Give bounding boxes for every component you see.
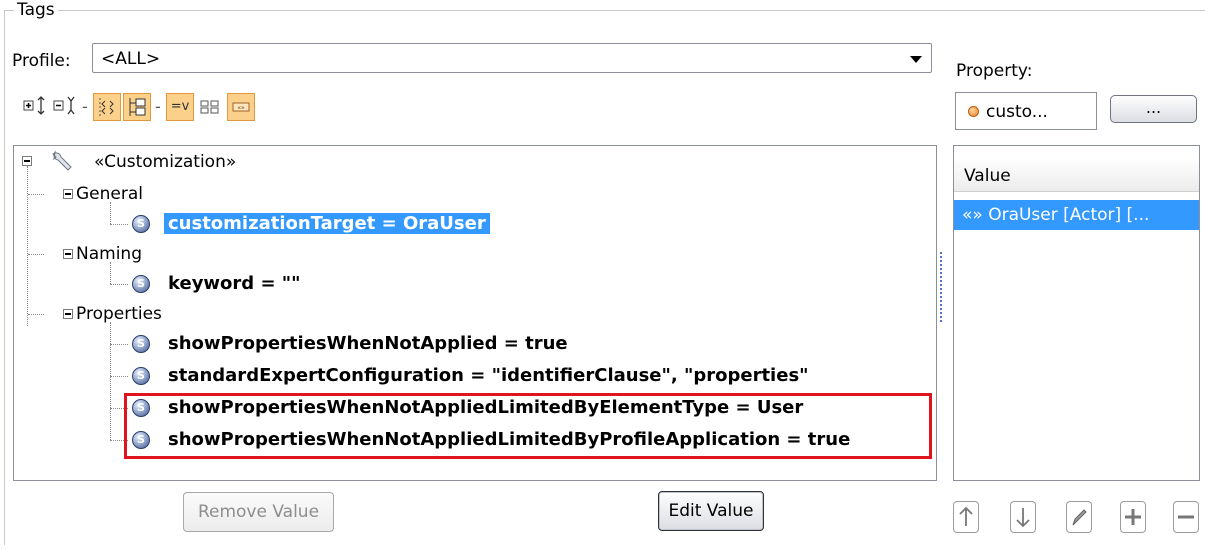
- collapse-toggle-icon[interactable]: [63, 189, 73, 199]
- category-naming[interactable]: Naming: [76, 240, 142, 268]
- group-by-icon[interactable]: [123, 93, 151, 121]
- tree-connector: [110, 224, 128, 225]
- tag-customization-target[interactable]: customizationTarget = OraUser: [164, 210, 490, 238]
- browse-property-button[interactable]: ...: [1110, 95, 1197, 123]
- tag-standard-expert-configuration[interactable]: standardExpertConfiguration = "identifie…: [168, 362, 809, 390]
- tag-text: customizationTarget = OraUser: [164, 213, 490, 234]
- toolbar-separator: -: [82, 97, 88, 116]
- property-field[interactable]: custo...: [955, 92, 1097, 130]
- collapse-toggle-icon[interactable]: [63, 249, 73, 259]
- stereotype-property-icon: S: [132, 275, 150, 293]
- tag-text: standardExpertConfiguration = "identifie…: [168, 365, 809, 386]
- property-icon: [968, 106, 979, 117]
- tag-show-properties-when-not-applied[interactable]: showPropertiesWhenNotApplied = true: [168, 330, 568, 358]
- stereotype-property-icon: S: [132, 335, 150, 353]
- show-values-icon[interactable]: =v: [166, 93, 194, 121]
- add-icon[interactable]: [1120, 501, 1146, 533]
- tree-connector: [28, 314, 44, 315]
- tree-connector: [27, 166, 28, 326]
- tree-connector: [28, 254, 44, 255]
- svg-text:«»: «»: [237, 105, 245, 112]
- root-label: «Customization»: [94, 152, 237, 172]
- tree-connector: [110, 376, 128, 377]
- tag-text: showPropertiesWhenNotApplied = true: [168, 333, 568, 354]
- tree-root[interactable]: «Customization»: [94, 148, 236, 176]
- value-row[interactable]: «» OraUser [Actor] [...: [954, 200, 1199, 230]
- property-label: Property:: [956, 61, 1033, 81]
- profile-value: <ALL>: [101, 49, 161, 69]
- property-value: custo...: [986, 102, 1048, 122]
- move-up-icon[interactable]: [953, 501, 979, 533]
- show-stereotype-icon[interactable]: «»: [227, 93, 255, 121]
- highlight-box: [124, 393, 932, 459]
- toolbar-separator: -: [155, 97, 161, 116]
- category-general[interactable]: General: [76, 180, 143, 208]
- value-panel: Value «» OraUser [Actor] [...: [953, 145, 1200, 481]
- profile-label: Profile:: [12, 51, 71, 71]
- collapse-toggle-icon[interactable]: [63, 309, 73, 319]
- category-label: Properties: [76, 304, 162, 324]
- stereotype-property-icon: S: [132, 215, 150, 233]
- splitter-handle[interactable]: [940, 252, 942, 322]
- tree-connector: [110, 284, 128, 285]
- stereotype-property-icon: S: [132, 367, 150, 385]
- wrench-icon: [49, 149, 77, 178]
- collapse-all-icon[interactable]: [50, 93, 78, 121]
- category-label: Naming: [76, 244, 142, 264]
- grid-layout-icon[interactable]: [196, 93, 224, 121]
- show-applied-tags-icon[interactable]: [93, 93, 121, 121]
- tag-keyword[interactable]: keyword = "": [168, 270, 301, 298]
- profile-dropdown[interactable]: <ALL>: [92, 43, 932, 73]
- tree-connector: [110, 344, 128, 345]
- chevron-down-icon: [910, 56, 922, 63]
- edit-pencil-icon[interactable]: [1066, 501, 1092, 533]
- expand-all-icon[interactable]: [20, 93, 48, 121]
- collapse-toggle-icon[interactable]: [22, 156, 32, 166]
- category-label: General: [76, 184, 143, 204]
- value-column-header: Value: [954, 160, 1199, 192]
- category-properties[interactable]: Properties: [76, 300, 162, 328]
- remove-icon[interactable]: [1173, 501, 1199, 533]
- move-down-icon[interactable]: [1010, 501, 1036, 533]
- tree-connector: [28, 194, 44, 195]
- tree-connector: [110, 322, 111, 440]
- tag-text: keyword = "": [168, 273, 301, 294]
- remove-value-button[interactable]: Remove Value: [183, 492, 334, 532]
- edit-value-button[interactable]: Edit Value: [658, 491, 764, 531]
- group-title: Tags: [14, 0, 58, 20]
